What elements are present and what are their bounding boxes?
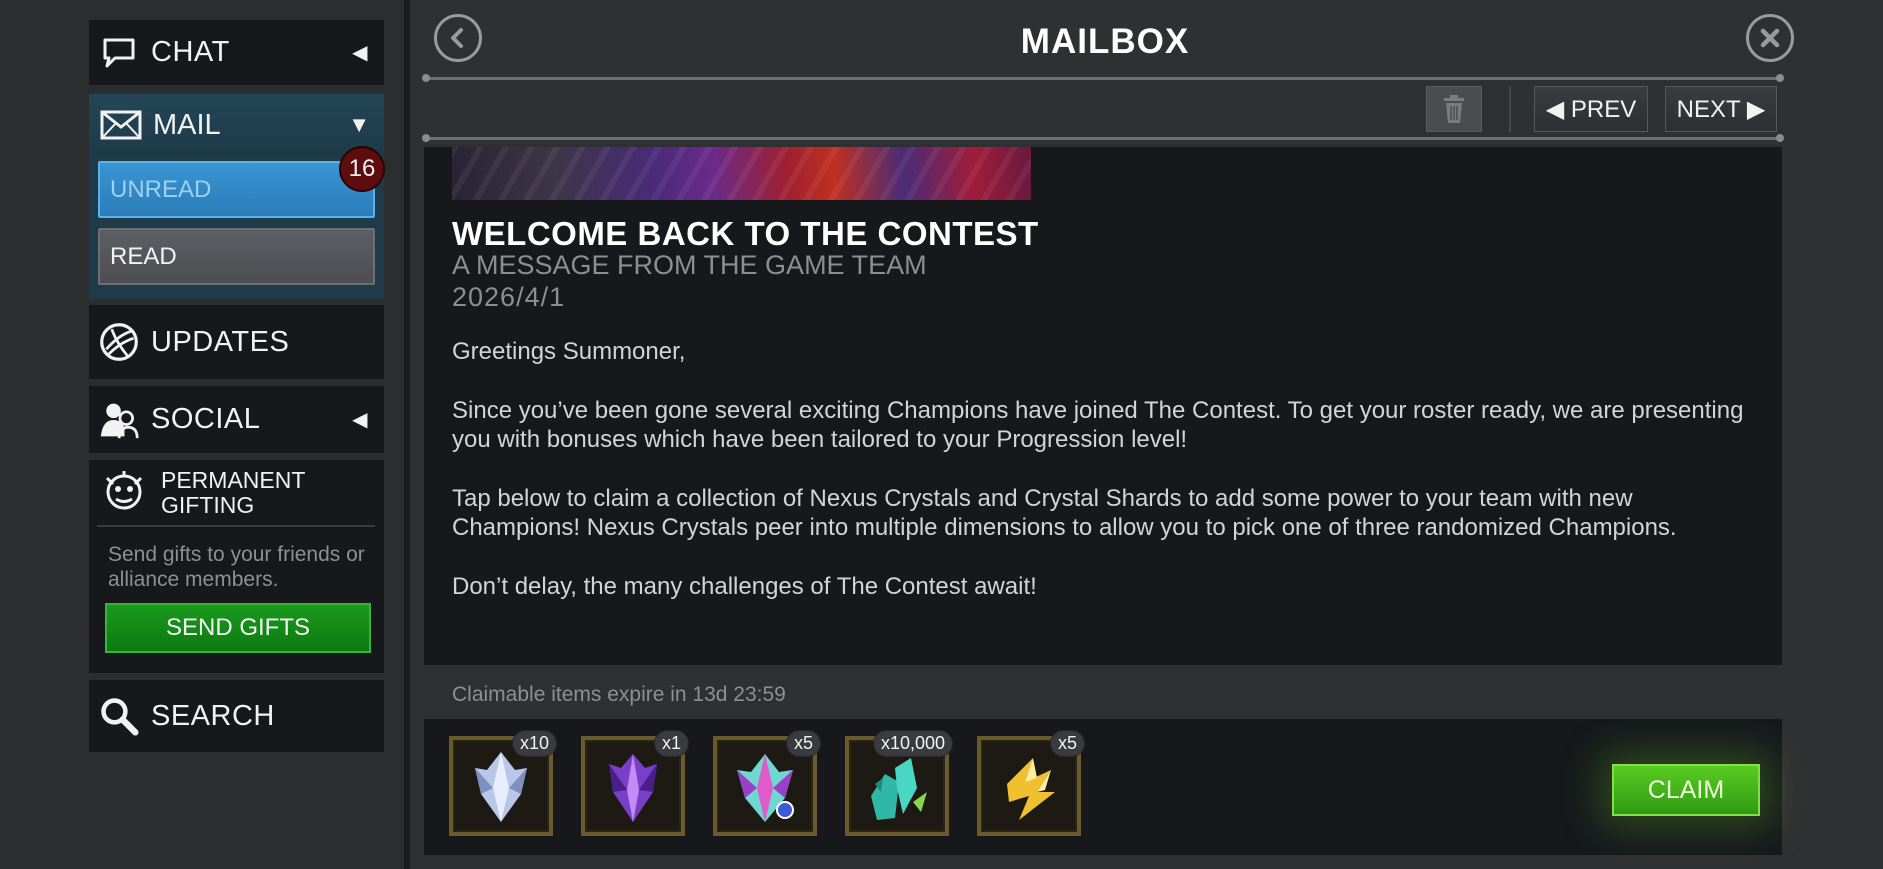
message-panel[interactable]: WELCOME BACK TO THE CONTEST A MESSAGE FR… [424, 147, 1782, 665]
sidebar-item-updates[interactable]: UPDATES [89, 305, 384, 379]
item-quantity: x1 [653, 730, 689, 757]
item-quantity: x5 [785, 730, 821, 757]
message-paragraph: Since you’ve been gone several exciting … [452, 397, 1744, 453]
item-quantity: x5 [1049, 730, 1085, 757]
message-paragraph: Greetings Summoner, [452, 338, 686, 365]
sidebar-item-search[interactable]: SEARCH [89, 680, 384, 752]
globe-icon [99, 322, 139, 362]
send-gifts-button[interactable]: SEND GIFTS [105, 603, 371, 653]
message-banner-image [452, 147, 1031, 200]
gold-shard-icon [1007, 758, 1055, 820]
reward-item[interactable]: x10,000 [845, 730, 953, 836]
gifting-description: Send gifts to your friends or alliance m… [108, 543, 365, 591]
close-icon [1760, 28, 1780, 48]
sidebar-item-label: UPDATES [151, 325, 290, 358]
next-button[interactable]: NEXT ▶ [1665, 86, 1777, 132]
chevron-left-icon: ◀ [352, 42, 368, 64]
chat-icon [99, 33, 139, 73]
reward-item[interactable]: x5 [977, 730, 1085, 836]
sidebar-item-social[interactable]: SOCIAL ◀ [89, 386, 384, 453]
chevron-down-icon: ▼ [348, 112, 370, 137]
reward-item[interactable]: x5 [713, 730, 821, 836]
delete-button[interactable] [1426, 86, 1482, 132]
envelope-icon [99, 105, 143, 145]
purple-crystal-icon [609, 754, 657, 822]
shards-icon [871, 758, 927, 820]
sidebar-item-label: MAIL [153, 108, 221, 141]
divider [422, 74, 1784, 82]
item-quantity: x10 [511, 730, 557, 757]
message-subtitle: A MESSAGE FROM THE GAME TEAM [452, 250, 927, 280]
sidebar-item-label: SOCIAL [151, 403, 261, 435]
divider [422, 134, 1784, 142]
claim-button[interactable]: CLAIM [1612, 764, 1760, 816]
back-button[interactable] [434, 14, 482, 62]
sidebar-item-label: CHAT [151, 36, 230, 68]
message-title: WELCOME BACK TO THE CONTEST [452, 215, 1039, 252]
expire-text: Claimable items expire in 13d 23:59 [452, 683, 786, 706]
reward-item[interactable]: x1 [581, 730, 689, 836]
permanent-gifting-panel: PERMANENT GIFTING Send gifts to your fri… [89, 460, 384, 673]
sidebar-item-chat[interactable]: CHAT ◀ [89, 20, 384, 85]
reward-item[interactable]: x10 [449, 730, 557, 836]
message-paragraph: Don’t delay, the many challenges of The … [452, 573, 1037, 600]
prev-button[interactable]: ◀ PREV [1534, 86, 1648, 132]
crystal-shard-icon [475, 752, 527, 822]
nexus-crystal-icon [737, 754, 794, 822]
divider [97, 525, 375, 527]
unread-count-badge: 16 [339, 146, 385, 192]
divider [1509, 86, 1511, 132]
chevron-left-icon: ◀ [352, 409, 368, 431]
gift-creature-icon [101, 468, 147, 514]
search-icon [99, 696, 139, 736]
message-paragraph: Tap below to claim a collection of Nexus… [452, 485, 1677, 541]
unread-tab[interactable]: UNREAD [98, 161, 375, 218]
message-date: 2026/4/1 [452, 282, 566, 312]
page-title: MAILBOX [1020, 22, 1190, 61]
close-button[interactable] [1746, 14, 1794, 62]
read-tab[interactable]: READ [98, 228, 375, 285]
people-icon [99, 400, 139, 440]
message-body: Greetings Summoner, Since you’ve been go… [452, 337, 1752, 631]
trash-icon [1444, 95, 1464, 123]
sidebar-divider [404, 0, 410, 869]
gifting-title: PERMANENT GIFTING [161, 467, 305, 518]
sidebar-item-mail[interactable]: MAIL ▼ [89, 94, 384, 156]
item-quantity: x10,000 [872, 730, 953, 757]
rewards-tray: x10 x1 x5 x10,000 x5 [424, 719, 1782, 855]
mail-section: MAIL ▼ UNREAD READ [89, 94, 384, 299]
chevron-left-icon [451, 28, 463, 48]
sidebar-item-label: SEARCH [151, 699, 275, 732]
